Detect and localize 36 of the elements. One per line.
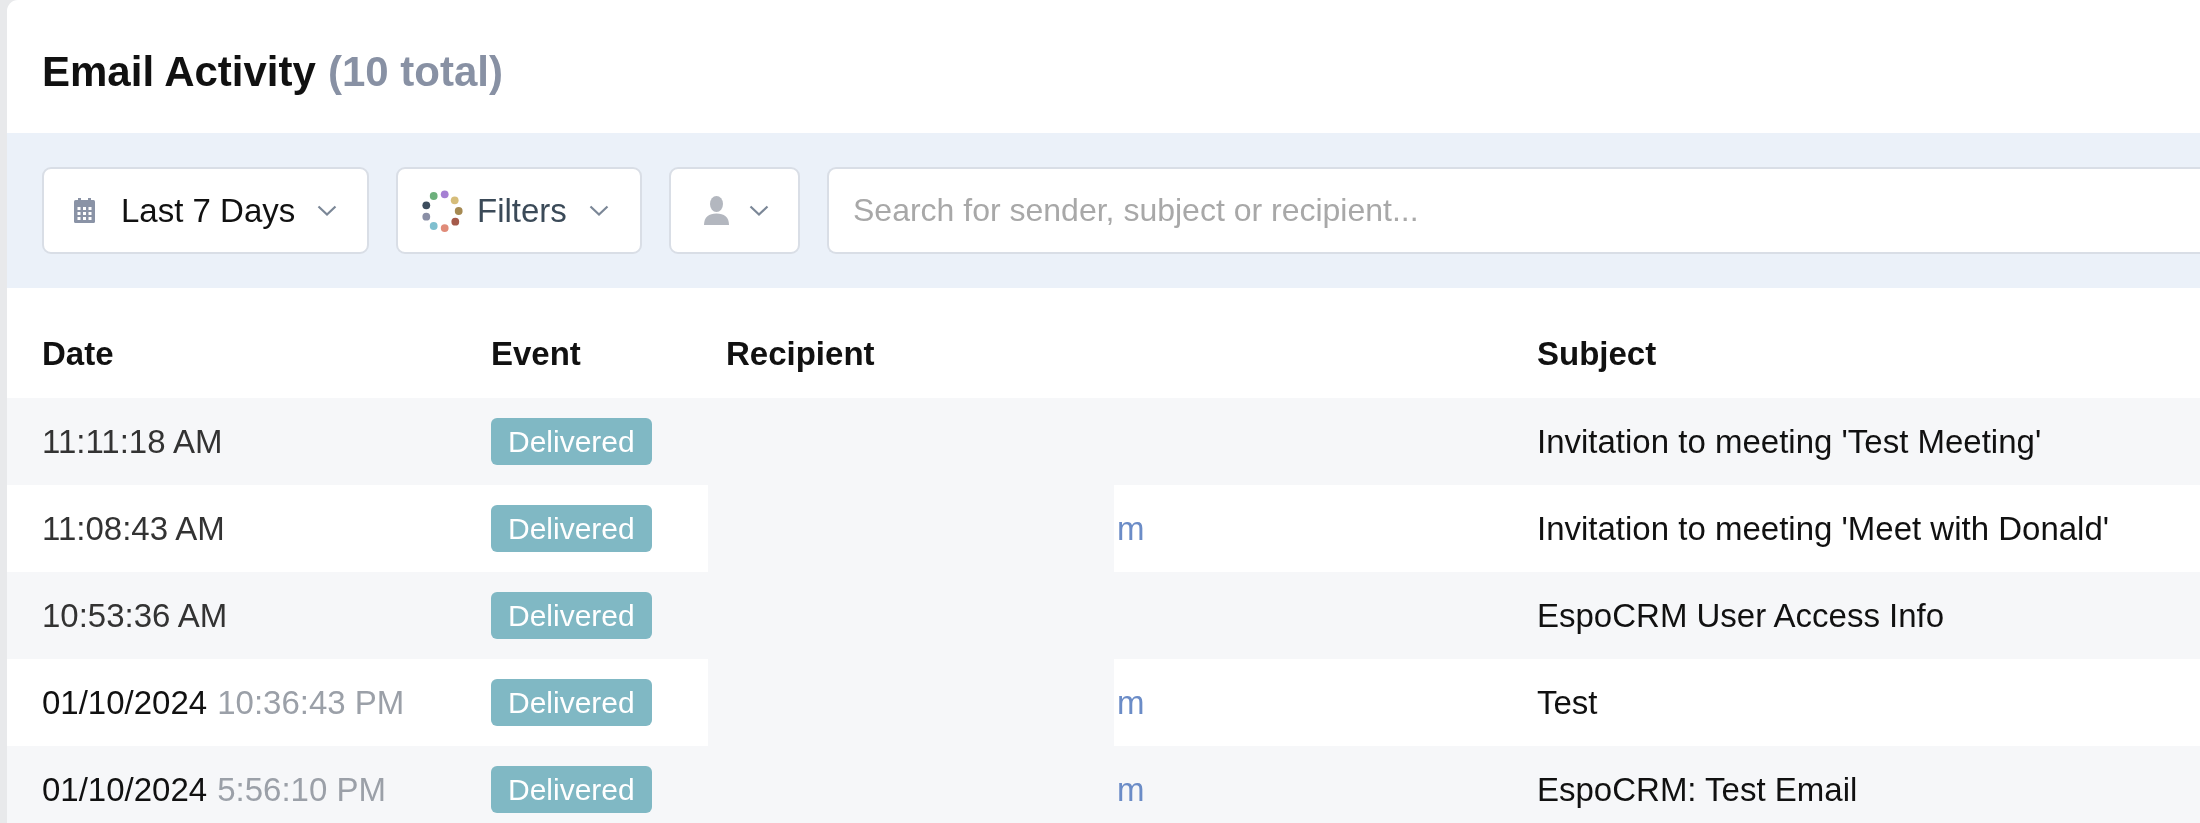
chevron-down-icon (588, 205, 609, 216)
dot-ring-icon (421, 189, 463, 232)
date-range-button[interactable]: Last 7 Days (42, 167, 369, 254)
subject-text: EspoCRM: Test Email (1537, 770, 1858, 808)
column-header[interactable]: Date (42, 335, 114, 372)
event-badge: Delivered (491, 592, 652, 639)
event-badge: Delivered (491, 679, 652, 726)
time-text: 5:56:10 PM (217, 770, 386, 809)
time-text: 10:36:43 PM (217, 683, 405, 722)
search-field[interactable]: Search for sender, subject or recipient... (827, 167, 2200, 254)
subject-text: Test (1537, 683, 1598, 721)
event-badge: Delivered (491, 766, 652, 813)
date-text: 01/10/2024 (42, 770, 208, 809)
date-text: 01/10/2024 (42, 683, 208, 722)
subject-text: Invitation to meeting 'Test Meeting' (1537, 422, 2042, 460)
chevron-down-icon (317, 205, 338, 216)
time-text: 11:11:18 AM (42, 422, 223, 461)
table-row[interactable]: 11:11:18 AM Delivered Invitation to meeting 'Test Meeting' (7, 398, 2200, 485)
time-text: 10:53:36 AM (42, 596, 228, 635)
chevron-down-icon (749, 205, 769, 216)
calendar-icon (74, 198, 95, 223)
panel-title: Email Activity (42, 47, 316, 96)
filters-button[interactable]: Filters (396, 167, 642, 254)
total-count: (10 total) (327, 47, 503, 96)
user-icon (704, 196, 729, 225)
subject-text: EspoCRM User Access Info (1537, 596, 1945, 634)
event-badge: Delivered (491, 418, 652, 465)
time-text: 11:08:43 AM (42, 509, 225, 548)
table-row[interactable]: 01/10/2024 5:56:10 PM Delivered m EspoCRM: Test Email (7, 746, 2200, 823)
column-header[interactable]: Event (491, 335, 581, 372)
column-header[interactable]: Subject (1537, 335, 1657, 372)
subject-text: Invitation to meeting 'Meet with Donald' (1537, 509, 2110, 547)
column-header[interactable]: Recipient (726, 335, 875, 372)
table-row[interactable]: 10:53:36 AM Delivered EspoCRM User Access Info (7, 572, 2200, 659)
user-filter-button[interactable] (669, 167, 800, 254)
event-badge: Delivered (491, 505, 652, 552)
